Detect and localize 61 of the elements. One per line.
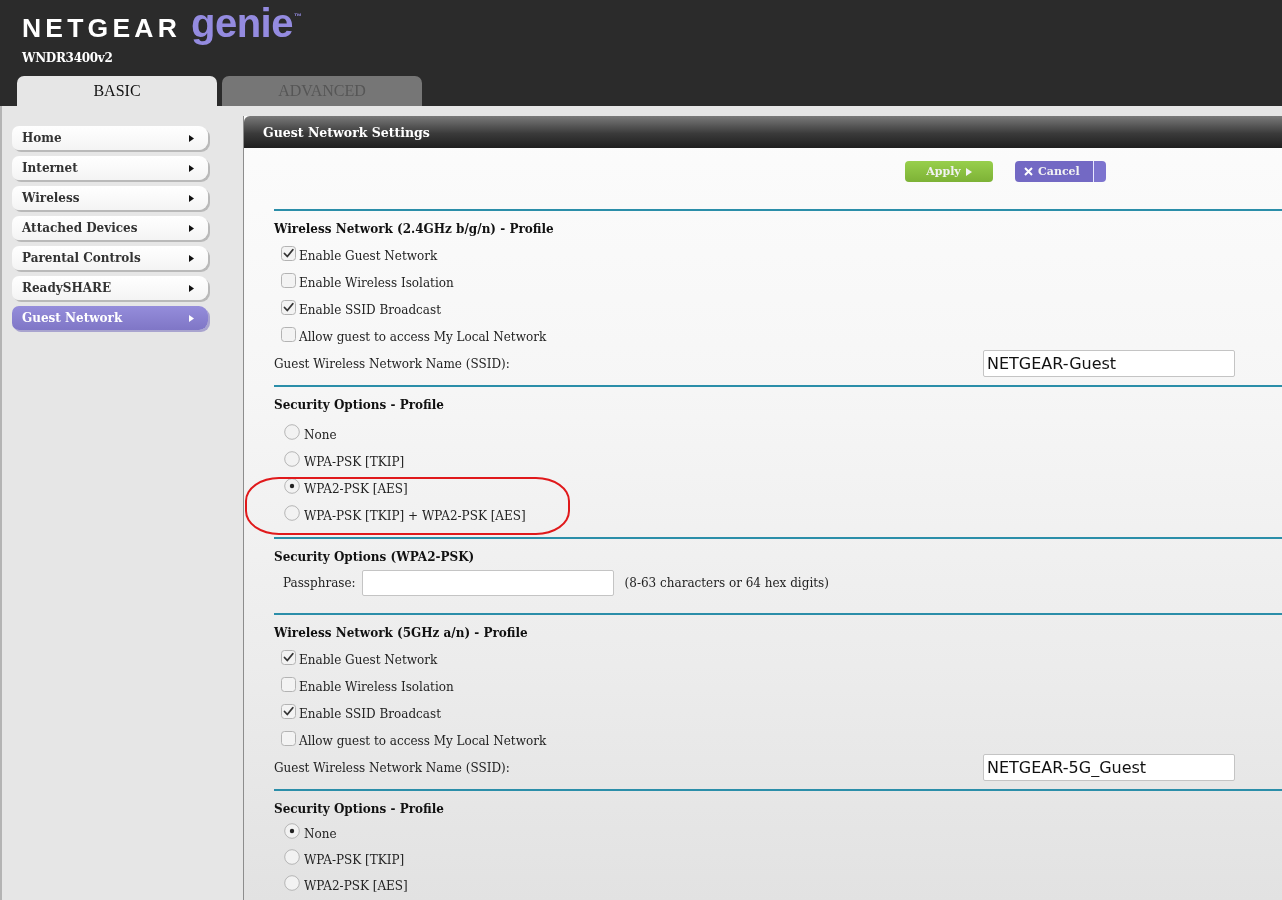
ssid-field[interactable]: NETGEAR-5G_Guest <box>983 754 1235 781</box>
caret-icon <box>189 194 194 202</box>
checkbox-label: Allow guest to access My Local Network <box>299 733 547 748</box>
section-heading: Security Options - Profile <box>274 397 445 414</box>
sidebar-item[interactable]: Attached Devices <box>12 216 208 240</box>
caret-icon <box>189 134 194 142</box>
caret-icon <box>189 254 194 262</box>
checkbox[interactable] <box>281 730 296 746</box>
radio-label: WPA-PSK [TKIP] + WPA2-PSK [AES] <box>304 508 526 523</box>
checkbox[interactable] <box>281 245 296 261</box>
checkbox-label: Enable SSID Broadcast <box>299 706 441 721</box>
field-label: Guest Wireless Network Name (SSID): <box>274 760 510 775</box>
checkbox[interactable] <box>281 272 296 288</box>
field-label: Guest Wireless Network Name (SSID): <box>274 356 510 371</box>
radio-button[interactable] <box>284 504 300 521</box>
caret-icon <box>189 224 194 232</box>
section-heading: Wireless Network (2.4GHz b/g/n) - Profile <box>274 221 555 238</box>
field-label: Passphrase: <box>283 575 356 590</box>
checkbox[interactable] <box>281 299 296 315</box>
panel-title: Guest Network Settings <box>263 124 430 140</box>
sidebar-item[interactable]: Parental Controls <box>12 246 208 270</box>
passphrase-field[interactable] <box>361 569 614 596</box>
model-name: WNDR3400v2 <box>22 51 113 65</box>
radio-label: None <box>304 827 337 841</box>
sidebar-item[interactable]: Home <box>12 126 208 150</box>
checkbox[interactable] <box>281 676 296 692</box>
checkbox[interactable] <box>281 703 296 719</box>
ssid-field[interactable]: NETGEAR-Guest <box>983 350 1235 377</box>
checkbox-label: Enable Guest Network <box>299 652 438 667</box>
checkbox-label: Enable Wireless Isolation <box>299 275 454 290</box>
checkbox[interactable] <box>281 649 296 665</box>
section-heading: Wireless Network (5GHz a/n) - Profile <box>274 625 529 642</box>
radio-button[interactable] <box>284 423 300 440</box>
radio-label: WPA-PSK [TKIP] <box>304 853 405 867</box>
tab[interactable]: BASIC <box>17 76 217 106</box>
checkbox-label: Enable SSID Broadcast <box>299 302 441 317</box>
section-heading: Security Options (WPA2-PSK) <box>274 549 476 566</box>
checkbox-label: Allow guest to access My Local Network <box>299 329 547 344</box>
checkbox[interactable] <box>281 326 296 342</box>
sidebar-item[interactable]: Wireless <box>12 186 208 210</box>
section-heading: Security Options - Profile <box>274 801 445 818</box>
radio-button[interactable] <box>284 875 300 891</box>
caret-icon <box>189 164 194 172</box>
brand-logo: NETGEAR genie™ <box>22 1 302 45</box>
radio-label: WPA2-PSK [AES] <box>304 481 408 496</box>
checkbox-label: Enable Guest Network <box>299 248 438 263</box>
radio-label: WPA2-PSK [AES] <box>304 879 408 893</box>
triangle-icon <box>965 167 972 176</box>
radio-button[interactable] <box>284 450 300 467</box>
cancel-button[interactable]: Cancel <box>1015 161 1106 182</box>
radio-button[interactable] <box>284 823 300 839</box>
caret-icon <box>189 284 194 292</box>
sidebar-item[interactable]: Internet <box>12 156 208 180</box>
checkbox-label: Enable Wireless Isolation <box>299 679 454 694</box>
caret-icon <box>189 314 194 322</box>
radio-button[interactable] <box>284 849 300 865</box>
sidebar-item[interactable]: ReadySHARE <box>12 276 208 300</box>
hint-text: (8-63 characters or 64 hex digits) <box>624 575 829 590</box>
radio-label: None <box>304 427 337 442</box>
radio-label: WPA-PSK [TKIP] <box>304 454 405 469</box>
cross-icon <box>1024 167 1033 176</box>
